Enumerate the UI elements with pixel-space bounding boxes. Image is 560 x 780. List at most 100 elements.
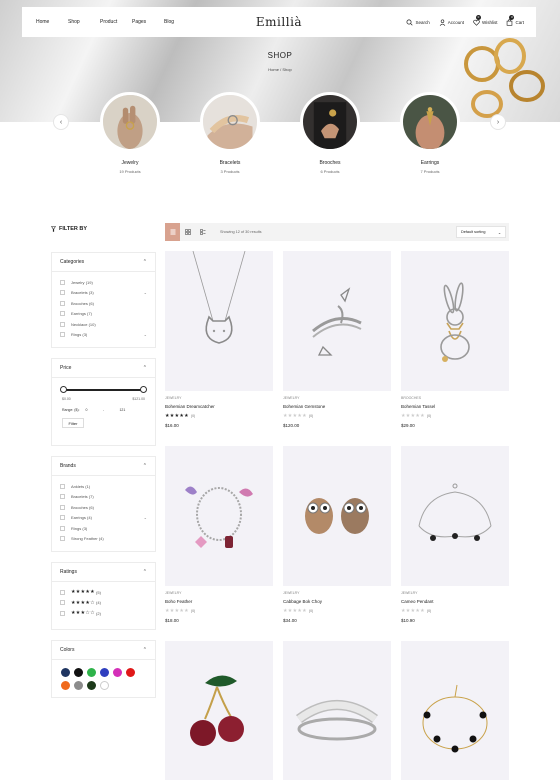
product-image[interactable]: [165, 446, 273, 586]
color-swatch[interactable]: [126, 668, 135, 677]
product-card[interactable]: JEWELRY Boho Feather ★★★★★ (0) $18.00: [165, 446, 273, 623]
product-card[interactable]: JEWELRY Cabbage Bok Choy ★★★★★ (0) $34.00: [283, 446, 391, 623]
checkbox[interactable]: [60, 600, 65, 606]
category-brooches[interactable]: Brooches 6 Products: [300, 92, 360, 174]
product-image[interactable]: [401, 641, 509, 780]
brand-option[interactable]: Earrings (4) ⌄: [52, 513, 155, 524]
category-earrings[interactable]: Earrings 7 Products: [400, 92, 460, 174]
product-image[interactable]: [165, 251, 273, 391]
brand-option[interactable]: Brooches (6): [52, 502, 155, 513]
color-swatch[interactable]: [100, 668, 109, 677]
checkbox[interactable]: [60, 311, 65, 317]
product-card[interactable]: [401, 641, 509, 780]
checkbox[interactable]: [60, 525, 65, 531]
product-image[interactable]: [401, 251, 509, 391]
checkbox[interactable]: [60, 504, 65, 510]
checkbox[interactable]: [60, 483, 65, 489]
category-jewelry[interactable]: Jewelry 19 Products: [100, 92, 160, 174]
checkbox[interactable]: [60, 536, 65, 542]
checkbox[interactable]: [60, 321, 65, 327]
color-swatch[interactable]: [113, 668, 122, 677]
product-image[interactable]: [283, 446, 391, 586]
nav-pages[interactable]: Pages: [132, 19, 164, 25]
category-option[interactable]: Earrings (7): [52, 309, 155, 320]
brands-panel-header[interactable]: Brands ⌃: [52, 457, 155, 476]
carousel-prev-button[interactable]: ‹: [53, 114, 69, 130]
logo[interactable]: Emillià: [256, 15, 302, 29]
nav-blog[interactable]: Blog: [164, 19, 196, 25]
category-option[interactable]: Jewelry (19): [52, 277, 155, 288]
checkbox[interactable]: [60, 332, 65, 338]
ratings-panel-header[interactable]: Ratings ⌃: [52, 563, 155, 582]
product-card[interactable]: JEWELRY Bohemian Gemstone ★★★★★ (0) $120.…: [283, 251, 391, 428]
brand-option[interactable]: Anklets (1): [52, 481, 155, 492]
wishlist-link[interactable]: 0 Wishlist: [473, 14, 497, 26]
product-card[interactable]: BROOCHES Bohemian Tassel ★★★★★ (0) $29.00: [401, 251, 509, 428]
checkbox[interactable]: [60, 279, 65, 285]
product-card[interactable]: JEWELRY Bohemian Dreamcatcher ★★★★★ (0) $…: [165, 251, 273, 428]
breadcrumb-home[interactable]: Home: [268, 67, 279, 72]
color-swatch[interactable]: [87, 681, 96, 690]
chevron-down-icon[interactable]: ⌄: [144, 290, 147, 295]
product-image[interactable]: [283, 641, 391, 780]
nav-home[interactable]: Home: [36, 19, 68, 25]
product-image[interactable]: [165, 641, 273, 780]
price-slider[interactable]: [60, 386, 147, 394]
cart-link[interactable]: 0 Cart: [506, 14, 524, 26]
product-card[interactable]: [165, 641, 273, 780]
color-swatch[interactable]: [87, 668, 96, 677]
price-filter-button[interactable]: Filter: [62, 418, 84, 428]
product-image[interactable]: [401, 446, 509, 586]
product-name[interactable]: Boho Feather: [165, 599, 273, 604]
product-name[interactable]: Bohemian Dreamcatcher: [165, 404, 273, 409]
brand-option[interactable]: Strong Feather (4): [52, 534, 155, 545]
colors-panel: Colors ⌃: [51, 640, 156, 698]
rating-option[interactable]: ★★★★☆ (4): [52, 598, 155, 609]
account-link[interactable]: Account: [439, 19, 464, 26]
category-option[interactable]: Bracelets (3) ⌄: [52, 288, 155, 299]
category-bracelets[interactable]: Bracelets 3 Products: [200, 92, 260, 174]
checkbox[interactable]: [60, 515, 65, 521]
price-from-input[interactable]: 0: [86, 408, 88, 412]
category-option[interactable]: Brooches (6): [52, 298, 155, 309]
checkbox[interactable]: [60, 300, 65, 306]
color-swatch[interactable]: [74, 681, 83, 690]
product-image[interactable]: [283, 251, 391, 391]
price-to-input[interactable]: 121: [119, 408, 125, 412]
checkbox[interactable]: [60, 494, 65, 500]
chevron-down-icon[interactable]: ⌄: [144, 515, 147, 520]
brand-option[interactable]: Rings (3): [52, 523, 155, 534]
color-swatch[interactable]: [61, 668, 70, 677]
chevron-down-icon[interactable]: ⌄: [144, 332, 147, 337]
product-name[interactable]: Bohemian Gemstone: [283, 404, 391, 409]
brand-option[interactable]: Bracelets (7): [52, 492, 155, 503]
product-name[interactable]: Cameo Pendant: [401, 599, 509, 604]
product-card[interactable]: [283, 641, 391, 780]
colors-panel-header[interactable]: Colors ⌃: [52, 641, 155, 660]
rating-option[interactable]: ★★★☆☆ (2): [52, 608, 155, 619]
color-swatch[interactable]: [61, 681, 70, 690]
color-swatch[interactable]: [74, 668, 83, 677]
carousel-next-button[interactable]: ›: [490, 114, 506, 130]
search-link[interactable]: Search: [406, 19, 430, 26]
category-option[interactable]: Necklace (10): [52, 319, 155, 330]
product-card[interactable]: JEWELRY Cameo Pendant ★★★★★ (0) $10.90: [401, 446, 509, 623]
slider-max-handle[interactable]: [140, 386, 147, 393]
categories-panel-header[interactable]: Categories ⌃: [52, 253, 155, 272]
category-option[interactable]: Rings (3) ⌄: [52, 330, 155, 341]
product-name[interactable]: Cabbage Bok Choy: [283, 599, 391, 604]
grid-view-button[interactable]: [180, 223, 195, 241]
compact-view-button[interactable]: [195, 223, 210, 241]
product-name[interactable]: Bohemian Tassel: [401, 404, 509, 409]
checkbox[interactable]: [60, 610, 65, 616]
checkbox[interactable]: [60, 589, 65, 595]
nav-shop[interactable]: Shop: [68, 19, 100, 25]
sort-select[interactable]: Default sorting ⌄: [456, 226, 506, 238]
nav-product[interactable]: Product: [100, 19, 132, 25]
checkbox[interactable]: [60, 290, 65, 296]
list-view-button[interactable]: [165, 223, 180, 241]
price-panel-header[interactable]: Price ⌃: [52, 359, 155, 378]
slider-min-handle[interactable]: [60, 386, 67, 393]
color-swatch[interactable]: [100, 681, 109, 690]
rating-option[interactable]: ★★★★★ (5): [52, 587, 155, 598]
